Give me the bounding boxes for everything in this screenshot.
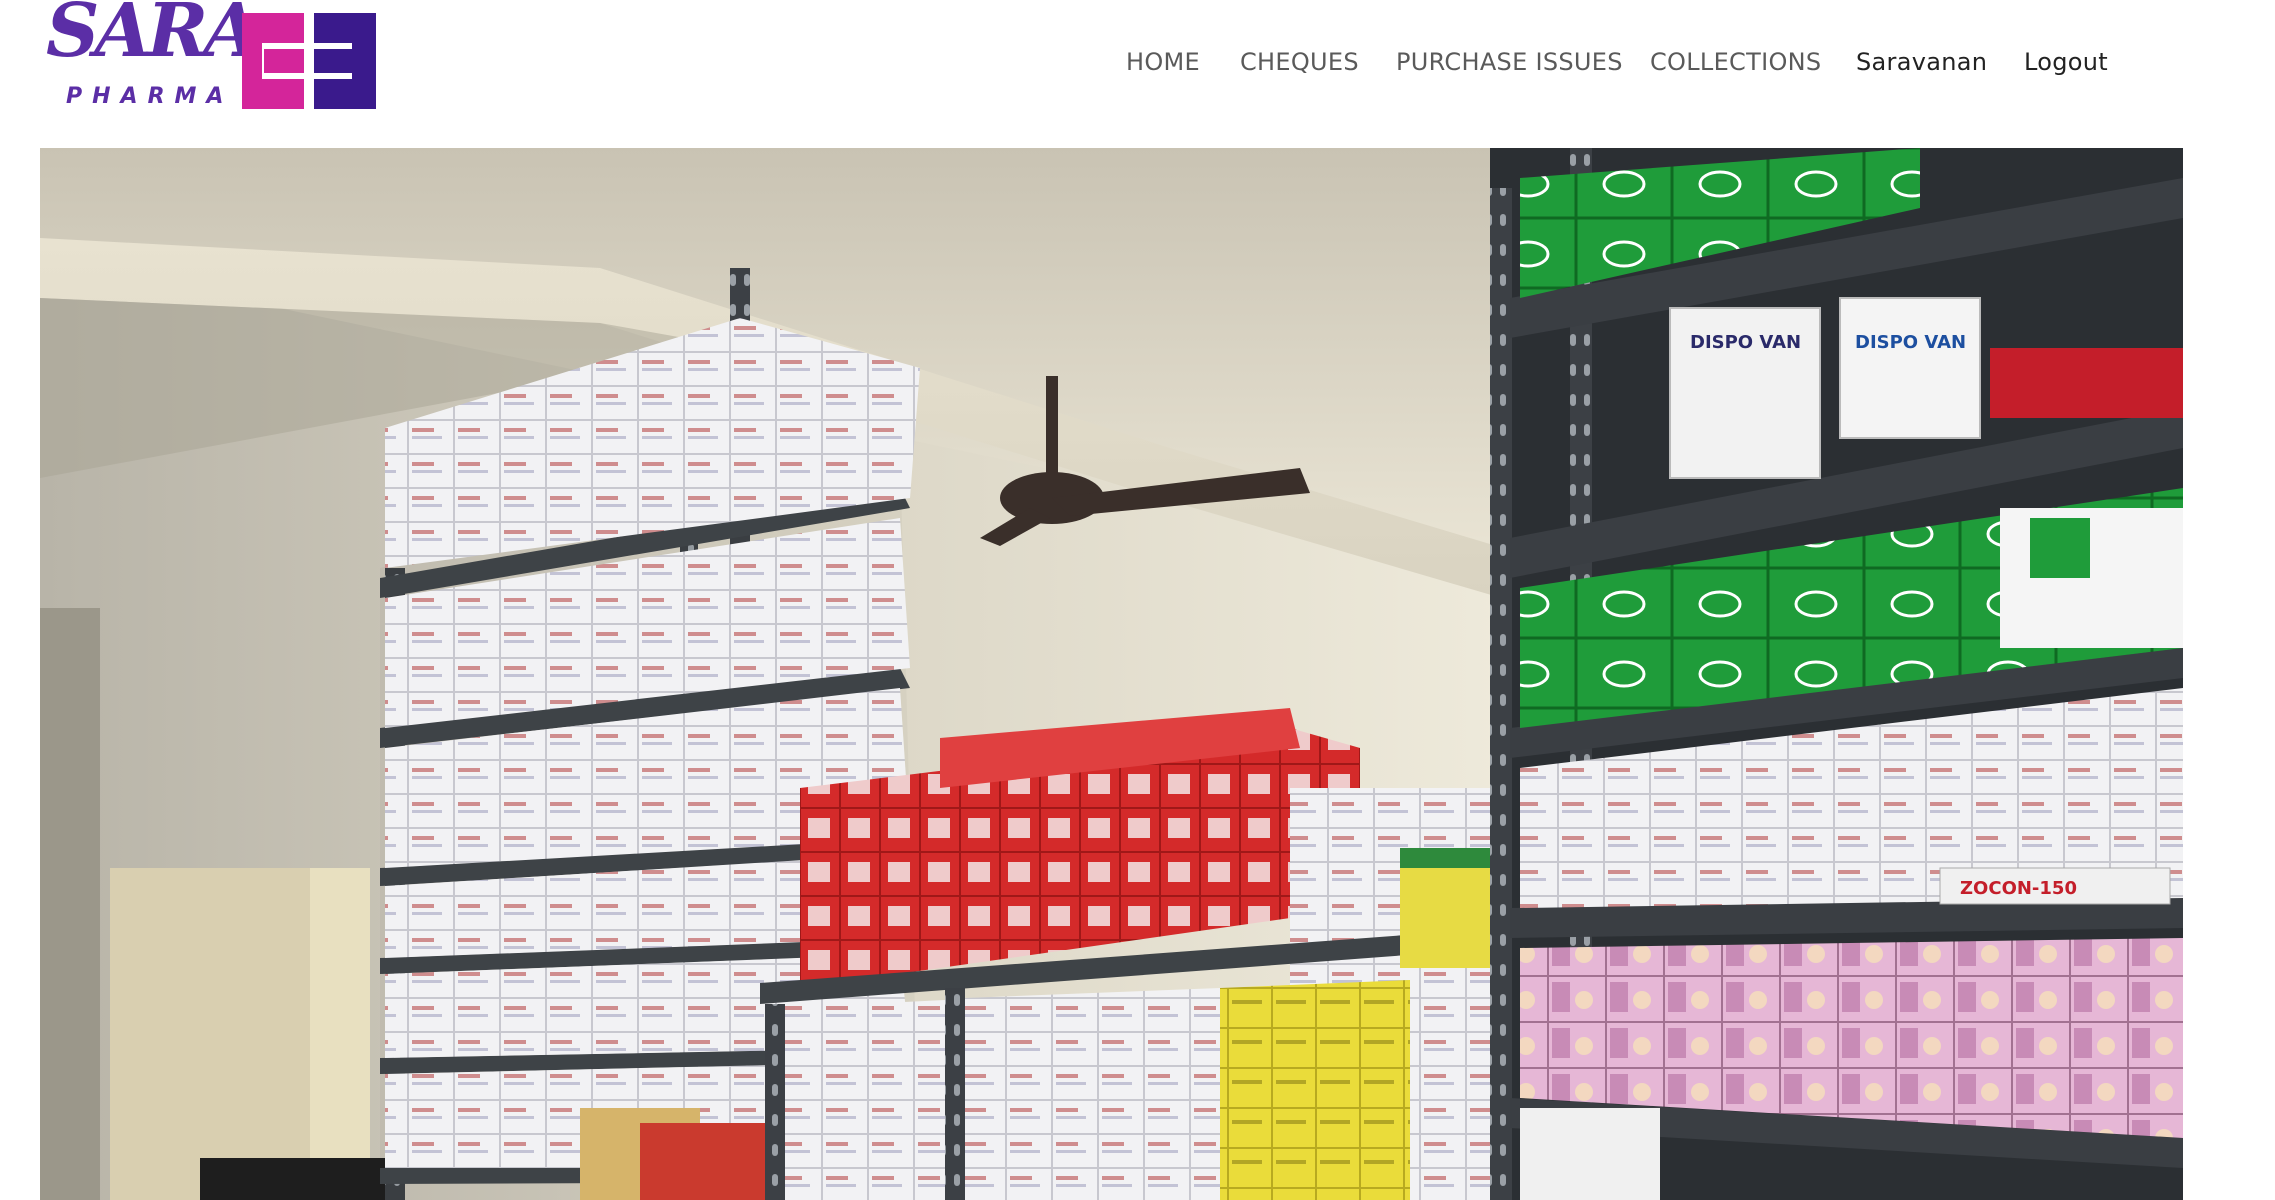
nav-user-saravanan[interactable]: Saravanan [1856,42,1987,82]
hero-banner: DISPO VAN DISPO VAN ZOCON-150 [40,148,2183,1200]
logo-subtitle: PHARMA [66,84,234,109]
nav-purchase-issues[interactable]: PURCHASE ISSUES [1396,42,1623,82]
site-header: SARA PHARMA HOME CHEQUES PURCHASE ISSUES… [0,0,2275,148]
dispo-van-label-2: DISPO VAN [1855,332,1966,353]
right-shelf-unit: DISPO VAN DISPO VAN ZOCON-150 [1490,148,2183,1200]
nav-cheques[interactable]: CHEQUES [1240,42,1359,82]
main-nav: HOME CHEQUES PURCHASE ISSUES COLLECTIONS… [0,42,2275,82]
pharmacy-shelves-photo: DISPO VAN DISPO VAN ZOCON-150 [40,148,2183,1200]
zocon-label: ZOCON-150 [1960,878,2077,899]
nav-logout[interactable]: Logout [2024,42,2108,82]
nav-home[interactable]: HOME [1126,42,1200,82]
nav-collections[interactable]: COLLECTIONS [1650,42,1821,82]
dispo-van-label-1: DISPO VAN [1690,332,1801,353]
